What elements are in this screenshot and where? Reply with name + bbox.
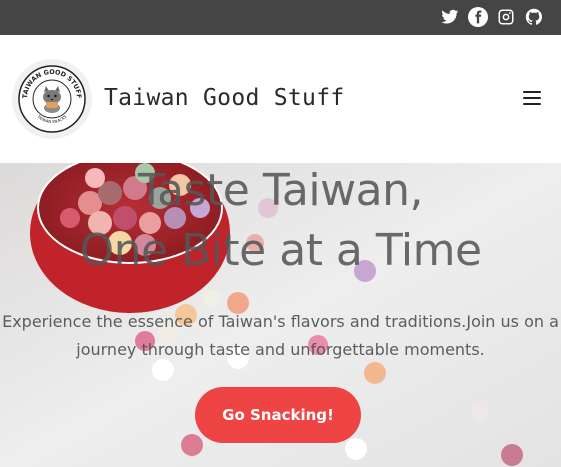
instagram-icon[interactable] [496, 7, 516, 27]
hero-subtitle-line-1: Experience the essence of Taiwan's flavo… [2, 312, 559, 331]
site-header: TAIWAN GOOD STUFF TAIWAN SNACKS Taiwan G… [0, 35, 561, 163]
hamburger-menu-button[interactable] [521, 89, 543, 107]
hamburger-icon [523, 91, 541, 93]
twitter-icon[interactable] [440, 7, 460, 27]
go-snacking-button[interactable]: Go Snacking! [195, 387, 361, 443]
hero-section: Taste Taiwan, One Bite at a Time Experie… [0, 163, 561, 467]
facebook-icon[interactable] [468, 7, 488, 27]
site-title[interactable]: Taiwan Good Stuff [104, 85, 345, 111]
site-logo[interactable]: TAIWAN GOOD STUFF TAIWAN SNACKS [12, 59, 92, 139]
hero-title-line-2: One Bite at a Time [79, 225, 482, 276]
top-social-bar [0, 0, 561, 35]
hero-title-line-1: Taste Taiwan, [138, 165, 423, 216]
hero-subtitle-line-2: journey through taste and unforgettable … [76, 340, 485, 359]
github-icon[interactable] [524, 7, 544, 27]
cat-logo-icon: TAIWAN GOOD STUFF TAIWAN SNACKS [18, 65, 86, 133]
